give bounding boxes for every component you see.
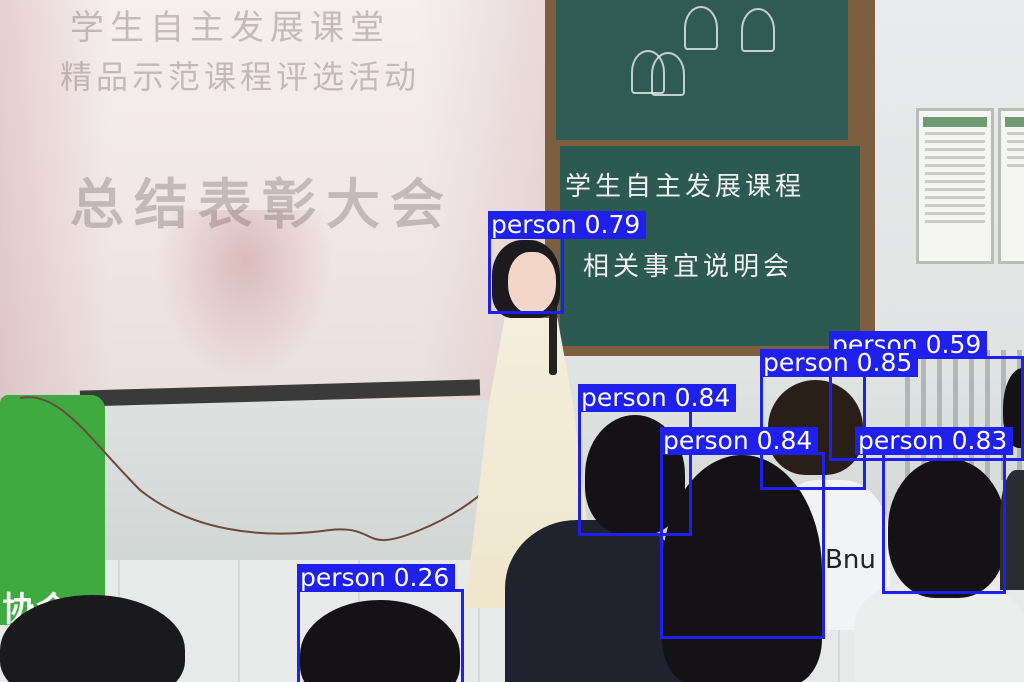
board-line-1: 学生自主发展课程 — [565, 172, 806, 202]
board-line-2: 相关事宜说明会 — [583, 252, 794, 282]
detection-label: person 0.85 — [760, 349, 919, 377]
flower-decoration — [741, 8, 775, 52]
detection-label: person 0.79 — [488, 211, 647, 239]
flower-decoration — [651, 52, 685, 96]
flower-decoration — [684, 6, 718, 50]
screen-line-1: 学生自主发展课堂 — [70, 8, 390, 48]
detection-label: person 0.26 — [297, 564, 456, 592]
microphone — [549, 305, 557, 375]
wall-notice — [916, 108, 994, 264]
screen-line-2: 精品示范课程评选活动 — [60, 58, 421, 96]
detection-box — [297, 589, 464, 682]
projection-screen: 学生自主发展课堂 精品示范课程评选活动 总结表彰大会 — [0, 0, 556, 400]
detection-label: person 0.84 — [578, 384, 737, 412]
detection-box — [488, 236, 564, 314]
detection-label: person 0.83 — [855, 427, 1014, 455]
detection-scene: 学生自主发展课堂 精品示范课程评选活动 总结表彰大会 学生自主发展课程 相关事宜… — [0, 0, 1024, 682]
shirt-print: Bnu — [825, 545, 876, 575]
detection-label: person 0.84 — [660, 427, 819, 455]
blackboard-upper — [556, 0, 848, 140]
audience-shirt — [505, 520, 685, 682]
detection-box — [660, 452, 825, 639]
detection-box — [882, 452, 1006, 594]
screen-line-3: 总结表彰大会 — [70, 172, 454, 236]
wall-notice — [998, 108, 1024, 264]
